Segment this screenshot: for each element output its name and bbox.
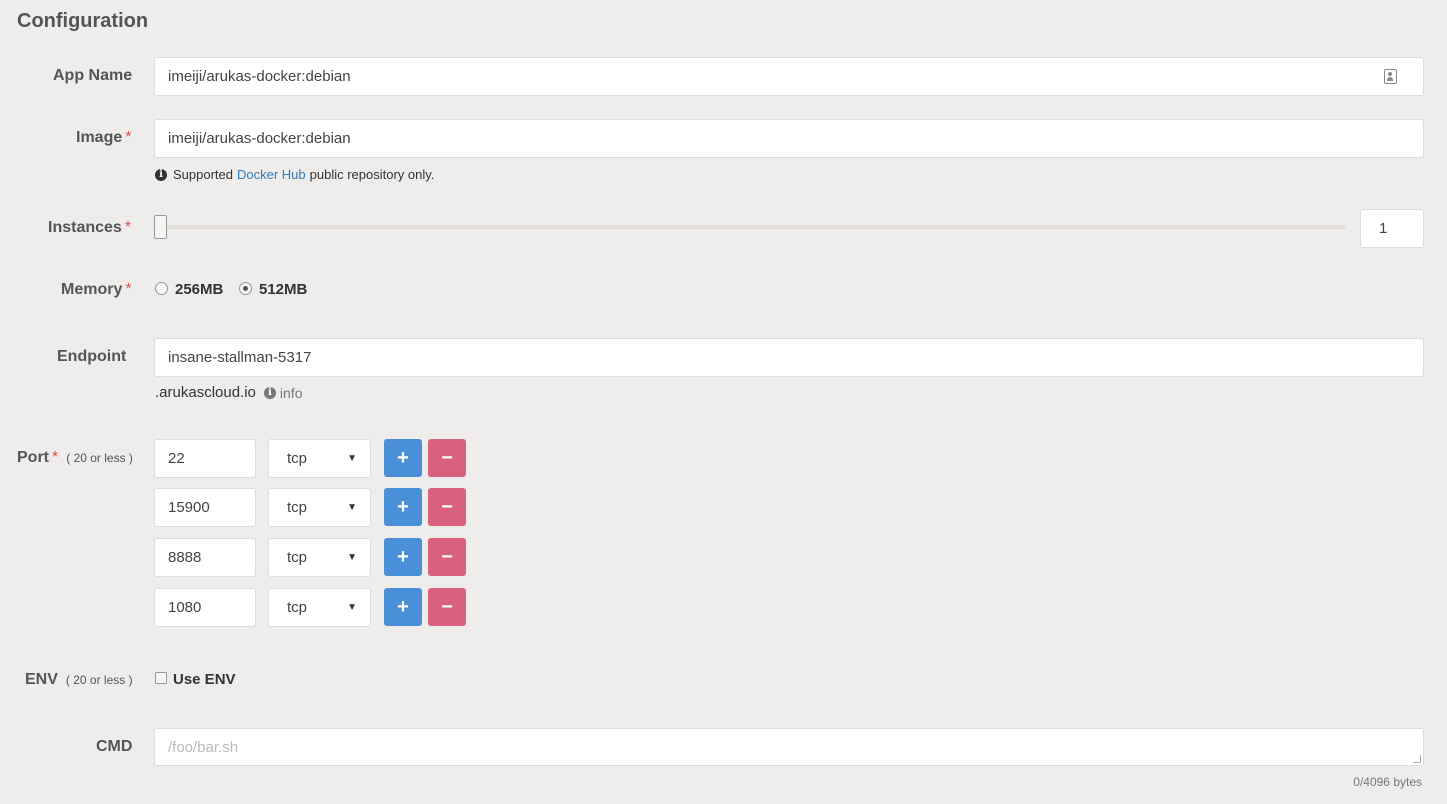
env-label: ENV( 20 or less )	[25, 671, 133, 688]
instances-slider-track[interactable]	[160, 225, 1346, 229]
cmd-byte-counter: 0/4096 bytes	[1353, 775, 1422, 789]
caret-down-icon: ▼	[347, 552, 357, 563]
port-protocol-select[interactable]: tcp ▼	[268, 439, 371, 478]
endpoint-info-link[interactable]: info	[280, 385, 303, 401]
port-number-input[interactable]: 15900	[154, 488, 256, 527]
port-number-input[interactable]: 22	[154, 439, 256, 478]
memory-512-radio[interactable]	[239, 282, 252, 295]
remove-port-button[interactable]: −	[428, 588, 466, 626]
resize-handle-icon[interactable]	[1413, 755, 1421, 763]
port-label: Port *( 20 or less )	[17, 449, 133, 466]
port-protocol-select[interactable]: tcp ▼	[268, 488, 371, 527]
remove-port-button[interactable]: −	[428, 488, 466, 526]
remove-port-button[interactable]: −	[428, 538, 466, 576]
add-port-button[interactable]: +	[384, 439, 422, 477]
contact-card-icon[interactable]	[1384, 69, 1397, 84]
instances-input[interactable]: 1	[1360, 209, 1424, 248]
endpoint-suffix: .arukascloud.io i info	[155, 384, 303, 401]
remove-port-button[interactable]: −	[428, 439, 466, 477]
page-title: Configuration	[17, 10, 149, 32]
info-icon[interactable]: i	[263, 386, 276, 399]
cmd-textarea[interactable]: /foo/bar.sh	[154, 728, 1424, 766]
memory-256-label[interactable]: 256MB	[175, 281, 223, 298]
image-label: Image *	[76, 129, 132, 146]
port-protocol-select[interactable]: tcp ▼	[268, 588, 371, 627]
port-protocol-select[interactable]: tcp ▼	[268, 538, 371, 577]
memory-512-label[interactable]: 512MB	[259, 281, 307, 298]
use-env-checkbox[interactable]	[155, 672, 167, 684]
image-input[interactable]: imeiji/arukas-docker:debian	[154, 119, 1424, 158]
instances-slider-handle[interactable]	[154, 215, 167, 239]
memory-256-radio[interactable]	[155, 282, 168, 295]
add-port-button[interactable]: +	[384, 488, 422, 526]
add-port-button[interactable]: +	[384, 538, 422, 576]
port-number-input[interactable]: 8888	[154, 538, 256, 577]
docker-hub-link[interactable]: Docker Hub	[237, 167, 306, 182]
caret-down-icon: ▼	[347, 502, 357, 513]
use-env-label[interactable]: Use ENV	[173, 671, 236, 688]
app-name-input[interactable]: imeiji/arukas-docker:debian	[154, 57, 1424, 96]
memory-label: Memory *	[61, 281, 132, 298]
info-icon: i	[155, 168, 167, 181]
port-number-input[interactable]: 1080	[154, 588, 256, 627]
image-help: i Supported Docker Hub public repository…	[155, 167, 434, 182]
endpoint-input[interactable]: insane-stallman-5317	[154, 338, 1424, 377]
caret-down-icon: ▼	[347, 453, 357, 464]
instances-label: Instances *	[48, 219, 132, 236]
cmd-label: CMD	[96, 738, 133, 755]
add-port-button[interactable]: +	[384, 588, 422, 626]
app-name-label: App Name	[53, 67, 133, 84]
endpoint-label: Endpoint	[57, 348, 127, 365]
caret-down-icon: ▼	[347, 602, 357, 613]
